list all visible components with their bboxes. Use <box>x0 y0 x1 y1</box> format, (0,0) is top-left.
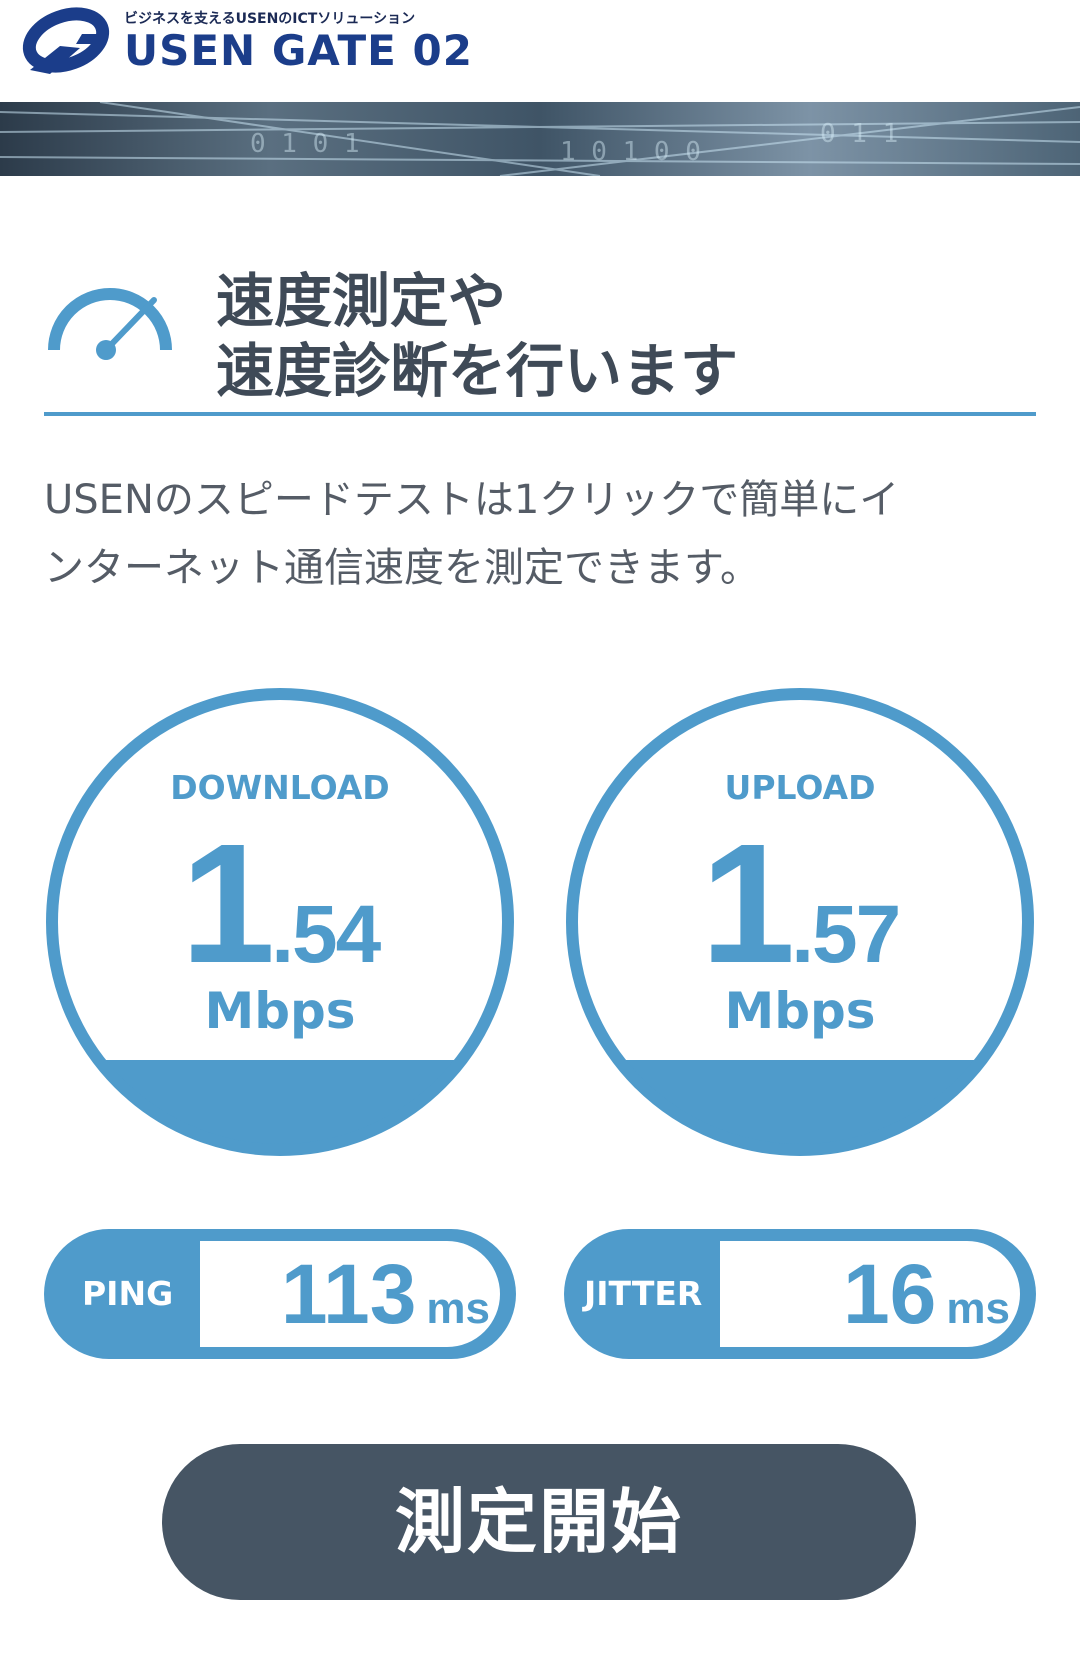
ping-label: PING <box>82 1274 174 1313</box>
description-line-2: ンターネット通信速度を測定できます。 <box>44 545 760 591</box>
description-line-1: USENのスピードテストは1クリックで簡単にイ <box>44 477 900 523</box>
logo-tagline: ビジネスを支えるUSENのICTソリューション <box>124 11 416 27</box>
title-line-2: 速度診断を行います <box>216 337 739 405</box>
upload-value-int: 1 <box>700 809 796 999</box>
ping-value: 113 ms <box>281 1241 490 1347</box>
description: USENのスピードテストは1クリックで簡単にイ ンターネット通信速度を測定できま… <box>44 466 1044 602</box>
ping-number: 113 <box>280 1247 417 1341</box>
svg-text:0 1 0 1: 0 1 0 1 <box>250 129 360 159</box>
upload-gauge: UPLOAD 1.57 Mbps <box>564 686 1036 1158</box>
logo-brand-name[interactable]: USEN GATE 02 <box>124 26 473 75</box>
upload-label: UPLOAD <box>724 768 876 807</box>
ping-indicator: PING 113 ms <box>44 1229 516 1359</box>
jitter-value: 16 ms <box>843 1241 1010 1347</box>
svg-text:0 1 1: 0 1 1 <box>820 119 898 149</box>
jitter-number: 16 <box>842 1247 937 1341</box>
ping-unit: ms <box>426 1284 490 1333</box>
header: ビジネスを支えるUSENのICTソリューション USEN GATE 02 <box>0 0 1080 102</box>
download-gauge: DOWNLOAD 1.54 Mbps <box>44 686 516 1158</box>
jitter-label: JITTER <box>584 1274 703 1313</box>
download-unit: Mbps <box>204 982 356 1040</box>
upload-value: 1.57 <box>564 806 1036 1002</box>
download-label: DOWNLOAD <box>170 768 390 807</box>
svg-text:1 0 1 0 0: 1 0 1 0 0 <box>560 137 701 167</box>
speedometer-icon <box>48 288 172 360</box>
usen-logo-icon[interactable] <box>20 4 112 76</box>
title-divider <box>44 412 1036 416</box>
title-line-1: 速度測定や <box>216 267 507 335</box>
download-value: 1.54 <box>44 806 516 1002</box>
download-value-int: 1 <box>180 809 276 999</box>
upload-value-dec: .57 <box>791 889 901 980</box>
upload-unit: Mbps <box>724 982 876 1040</box>
download-value-dec: .54 <box>271 889 381 980</box>
jitter-indicator: JITTER 16 ms <box>564 1229 1036 1359</box>
start-measurement-button[interactable]: 測定開始 <box>162 1444 916 1600</box>
jitter-unit: ms <box>946 1284 1010 1333</box>
header-banner: 0 1 0 1 1 0 1 0 0 0 1 1 <box>0 102 1080 176</box>
page-title: 速度測定や 速度診断を行います <box>216 266 738 406</box>
